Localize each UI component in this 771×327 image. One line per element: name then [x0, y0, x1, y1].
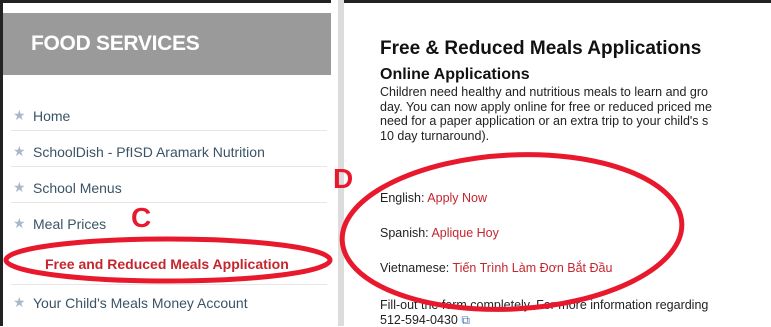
external-link-icon[interactable]: ⧉ [461, 313, 470, 327]
page-title: Free & Reduced Meals Applications [380, 38, 701, 60]
language-label: Vietnamese: [380, 261, 449, 275]
language-label: Spanish: [380, 226, 429, 240]
language-label: English: [380, 191, 424, 205]
divider [11, 130, 327, 131]
paragraph-line: 10 day turnaround). [380, 129, 771, 144]
sidebar-item-label: Free and Reduced Meals Application [45, 256, 289, 272]
star-icon: ★ [13, 294, 33, 311]
language-row-spanish: Spanish: Aplique Hoy [380, 226, 499, 240]
sidebar-item-school-menus[interactable]: ★ School Menus [13, 179, 122, 196]
paragraph-line: Children need healthy and nutritious mea… [380, 85, 771, 100]
footer-paragraph: Fill-out the form completely. For more i… [380, 298, 771, 327]
star-icon: ★ [13, 143, 33, 160]
phone-number[interactable]: 512-594-0430 [380, 313, 458, 327]
sidebar-item-meal-prices[interactable]: ★ Meal Prices [13, 215, 106, 232]
intro-paragraph: Children need healthy and nutritious mea… [380, 85, 771, 143]
sidebar-item-label: Meal Prices [33, 216, 106, 232]
english-apply-link[interactable]: Apply Now [427, 191, 487, 205]
divider [11, 202, 327, 203]
language-row-english: English: Apply Now [380, 191, 487, 205]
sidebar-item-free-reduced-application[interactable]: Free and Reduced Meals Application [45, 256, 289, 272]
annotation-label-c: C [131, 202, 151, 234]
language-row-vietnamese: Vietnamese: Tiến Trình Làm Đơn Bắt Đầu [380, 261, 612, 275]
spanish-apply-link[interactable]: Aplique Hoy [431, 226, 498, 240]
star-icon: ★ [13, 215, 33, 232]
star-icon: ★ [13, 179, 33, 196]
paragraph-line: need for a paper application or an extra… [380, 114, 771, 129]
vietnamese-apply-link[interactable]: Tiến Trình Làm Đơn Bắt Đầu [453, 261, 613, 275]
page: FOOD SERVICES ★ Home ★ SchoolDish - PfIS… [0, 0, 771, 326]
sidebar-item-label: SchoolDish - PfISD Aramark Nutrition [33, 144, 265, 160]
sidebar: FOOD SERVICES ★ Home ★ SchoolDish - PfIS… [0, 0, 331, 326]
sidebar-item-home[interactable]: ★ Home [13, 107, 70, 124]
sidebar-header: FOOD SERVICES [3, 13, 331, 75]
paragraph-line: day. You can now apply online for free o… [380, 100, 771, 115]
sidebar-item-label: Your Child's Meals Money Account [33, 295, 248, 311]
star-icon: ★ [13, 107, 33, 124]
sidebar-item-schooldish[interactable]: ★ SchoolDish - PfISD Aramark Nutrition [13, 143, 265, 160]
footer-line: 512-594-0430 ⧉ [380, 313, 771, 327]
divider [11, 284, 327, 285]
top-border [344, 0, 771, 3]
annotation-label-d: D [333, 163, 353, 195]
sidebar-item-meals-money-account[interactable]: ★ Your Child's Meals Money Account [13, 294, 248, 311]
footer-line: Fill-out the form completely. For more i… [380, 298, 771, 313]
divider [11, 166, 327, 167]
sidebar-item-label: School Menus [33, 180, 122, 196]
section-subtitle: Online Applications [380, 66, 530, 84]
sidebar-item-label: Home [33, 108, 70, 124]
